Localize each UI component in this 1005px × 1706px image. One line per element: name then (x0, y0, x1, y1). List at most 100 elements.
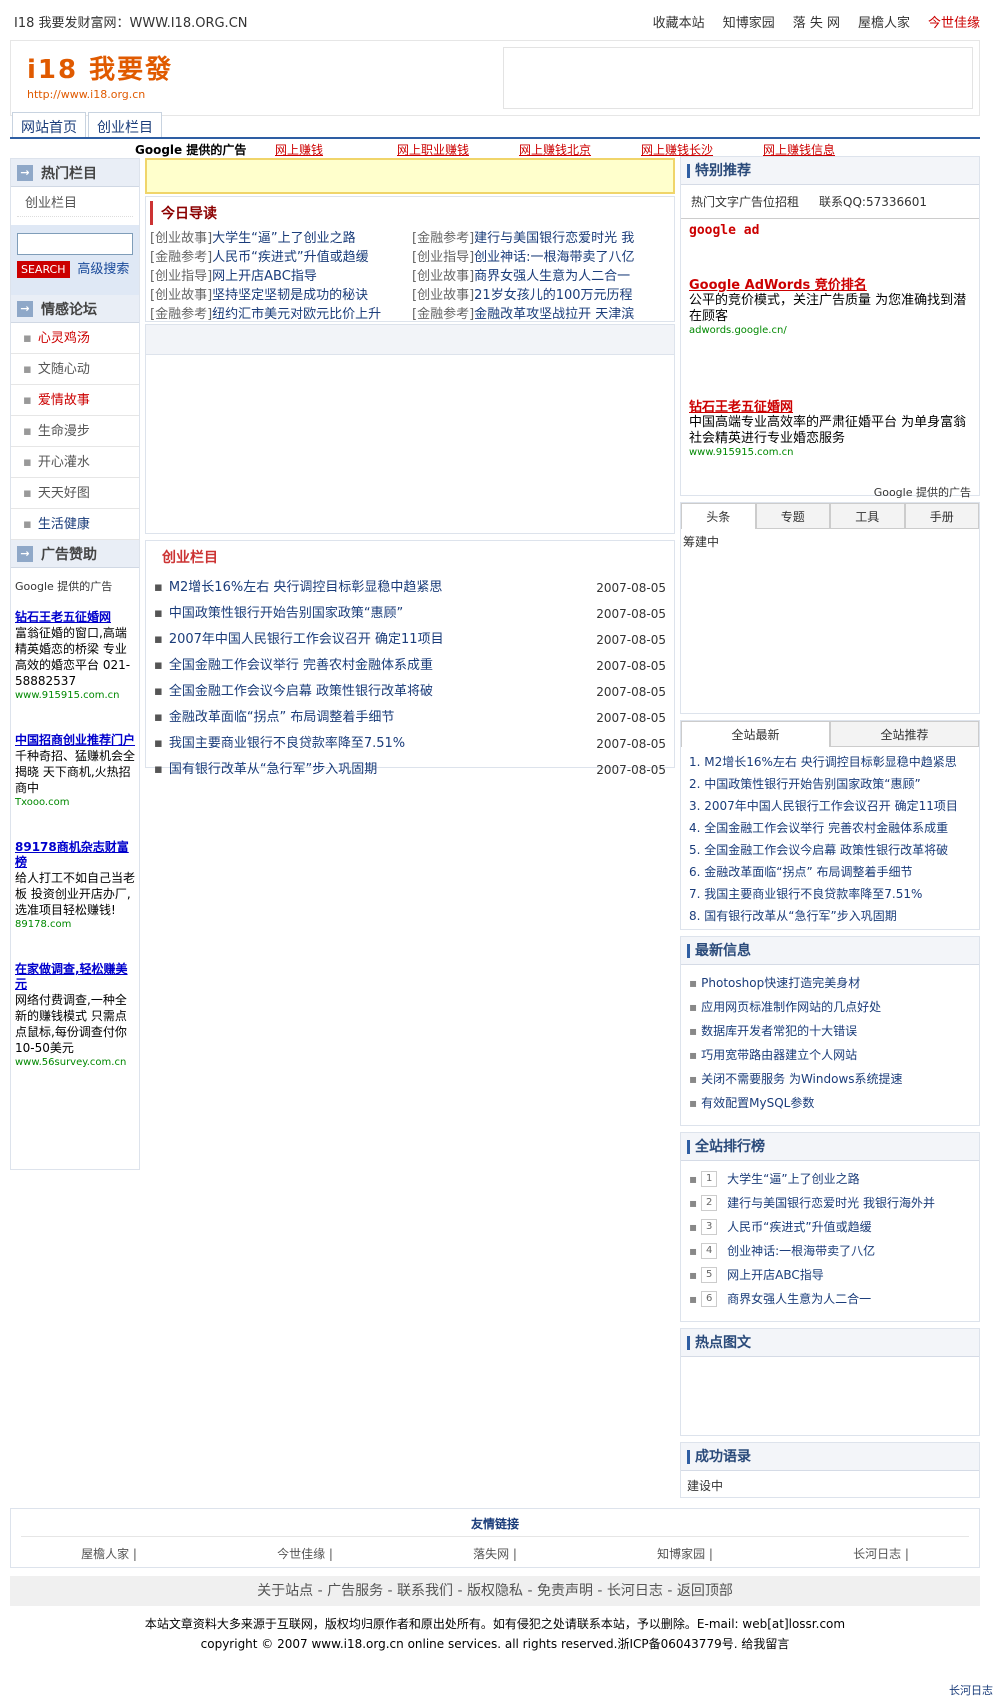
special-left[interactable]: 热门文字广告位招租 (691, 193, 799, 210)
list-item[interactable]: 数据库开发者常犯的十大错误 (689, 1019, 971, 1043)
top-link-wuyan[interactable]: 屋檐人家 (858, 12, 910, 31)
rank-item[interactable]: 4 创业神话:一根海带卖了八亿 (689, 1239, 971, 1263)
left-ad-title[interactable]: 中国招商创业推荐门户 (15, 733, 135, 748)
today-text[interactable]: 网上开店ABC指导 (212, 269, 317, 283)
today-cat[interactable]: [创业故事] (150, 288, 212, 302)
tab-recommend[interactable]: 全站推荐 (830, 721, 979, 747)
friend-link[interactable]: 今世佳缘 | (277, 1545, 333, 1562)
rank-item[interactable]: 2 建行与美国银行恋爱时光 我银行海外并 (689, 1191, 971, 1215)
today-text[interactable]: 大学生“逼”上了创业之路 (212, 231, 355, 245)
today-cat[interactable]: [创业指导] (412, 250, 474, 264)
right-ad-title[interactable]: 钻石王老五征婚网 (689, 396, 971, 415)
ad-link[interactable]: 网上赚钱信息 (763, 141, 885, 157)
list-item-title[interactable]: 我国主要商业银行不良贷款率降至7.51% (154, 731, 405, 757)
top-link-zhibo[interactable]: 知博家园 (723, 12, 775, 31)
ad-link[interactable]: 网上赚钱 (275, 141, 397, 157)
footer-nav[interactable]: 关于站点 - 广告服务 - 联系我们 - 版权隐私 - 免责声明 - 长河日志 … (10, 1576, 980, 1606)
emotion-item[interactable]: 文随心动 (11, 354, 139, 385)
list-item-title[interactable]: 全国金融工作会议今启幕 政策性银行改革将破 (154, 679, 433, 705)
tab-topic[interactable]: 专题 (755, 503, 830, 529)
tab-tools[interactable]: 工具 (830, 503, 905, 529)
tab-manual[interactable]: 手册 (904, 503, 979, 529)
advanced-search-link[interactable]: 高级搜索 (77, 258, 129, 277)
hot-item-startup[interactable]: 创业栏目 (17, 191, 133, 217)
emotion-item[interactable]: 生活健康 (11, 509, 139, 540)
left-ad-url[interactable]: www.915915.com.cn (15, 689, 135, 703)
list-item-title[interactable]: 中国政策性银行开始告别国家政策“惠顾” (154, 601, 403, 627)
list-item[interactable]: 1. M2增长16%左右 央行调控目标彰显稳中趋紧思 (689, 751, 971, 773)
today-item[interactable]: [创业故事]坚持坚定坚韧是成功的秘诀 (150, 284, 412, 302)
today-text[interactable]: 商界女强人生意为人二合一 (474, 269, 630, 283)
today-item[interactable]: [创业故事]21岁女孩儿的100万元历程 (412, 284, 674, 302)
tab-home[interactable]: 网站首页 (12, 112, 86, 138)
friend-link[interactable]: 长河日志 | (853, 1545, 909, 1562)
rank-item[interactable]: 3 人民币“疾进式”升值或趋缓 (689, 1215, 971, 1239)
today-text[interactable]: 创业神话:一根海带卖了八亿 (474, 250, 634, 264)
search-button[interactable]: SEARCH (17, 261, 70, 278)
today-text[interactable]: 21岁女孩儿的100万元历程 (474, 288, 632, 302)
left-ad-url[interactable]: Txooo.com (15, 796, 135, 810)
list-item[interactable]: 2. 中国政策性银行开始告别国家政策“惠顾” (689, 773, 971, 795)
list-item-title[interactable]: 2007年中国人民银行工作会议召开 确定11项目 (154, 627, 444, 653)
ad-link[interactable]: 网上赚钱北京 (519, 141, 641, 157)
rank-text[interactable]: 商界女强人生意为人二合一 (727, 1287, 871, 1311)
today-item[interactable]: [创业故事]大学生“逼”上了创业之路 (150, 227, 412, 245)
left-ad-url[interactable]: www.56survey.com.cn (15, 1056, 135, 1070)
rank-text[interactable]: 网上开店ABC指导 (727, 1263, 824, 1287)
corner-link[interactable]: 长河日志 (949, 1682, 993, 1698)
today-cat[interactable]: [创业指导] (150, 269, 212, 283)
emotion-item[interactable]: 天天好图 (11, 478, 139, 509)
left-ad-title[interactable]: 钻石王老五征婚网 (15, 610, 135, 625)
today-text[interactable]: 坚持坚定坚韧是成功的秘诀 (212, 288, 368, 302)
emotion-item[interactable]: 生命漫步 (11, 416, 139, 447)
rank-item[interactable]: 6 商界女强人生意为人二合一 (689, 1287, 971, 1311)
list-item[interactable]: Photoshop快速打造完美身材 (689, 971, 971, 995)
logo[interactable]: i18 我要發 http://www.i18.org.cn (27, 49, 187, 109)
tab-startup[interactable]: 创业栏目 (88, 112, 162, 138)
list-item[interactable]: 3. 2007年中国人民银行工作会议召开 确定11项目 (689, 795, 971, 817)
list-item[interactable]: 7. 我国主要商业银行不良贷款率降至7.51% (689, 883, 971, 905)
emotion-item[interactable]: 爱情故事 (11, 385, 139, 416)
today-cat[interactable]: [金融参考] (150, 250, 212, 264)
list-item[interactable]: 应用网页标准制作网站的几点好处 (689, 995, 971, 1019)
list-item[interactable]: 巧用宽带路由器建立个人网站 (689, 1043, 971, 1067)
list-item[interactable]: 8. 国有银行改革从“急行军”步入巩固期 (689, 905, 971, 927)
list-item[interactable]: 6. 金融改革面临“拐点” 布局调整着手细节 (689, 861, 971, 883)
list-item-title[interactable]: M2增长16%左右 央行调控目标彰显稳中趋紧思 (154, 575, 443, 601)
top-link-bookmark[interactable]: 收藏本站 (653, 12, 705, 31)
rank-text[interactable]: 人民币“疾进式”升值或趋缓 (727, 1215, 871, 1239)
friend-link[interactable]: 落失网 | (473, 1545, 517, 1562)
today-cat[interactable]: [金融参考] (412, 307, 474, 321)
today-item[interactable]: [金融参考]建行与美国银行恋爱时光 我 (412, 227, 674, 245)
friend-link[interactable]: 知博家园 | (657, 1545, 713, 1562)
right-ad-title[interactable]: Google AdWords 竞价排名 (689, 274, 971, 293)
today-text[interactable]: 纽约汇市美元对欧元比价上升 (212, 307, 381, 321)
rank-item[interactable]: 1 大学生“逼”上了创业之路 (689, 1167, 971, 1191)
today-cat[interactable]: [金融参考] (412, 231, 474, 245)
top-link-luoshi[interactable]: 落 失 网 (793, 12, 840, 31)
friend-link[interactable]: 屋檐人家 | (81, 1545, 137, 1562)
list-item[interactable]: 有效配置MySQL参数 (689, 1091, 971, 1115)
today-item[interactable]: [金融参考]金融改革攻坚战拉开 天津滨 (412, 303, 674, 321)
today-item[interactable]: [创业指导]创业神话:一根海带卖了八亿 (412, 246, 674, 264)
top-link-jiayuan[interactable]: 今世佳缘 (928, 12, 980, 31)
ad-link[interactable]: 网上职业赚钱 (397, 141, 519, 157)
tab-headline[interactable]: 头条 (681, 503, 756, 529)
today-item[interactable]: [创业故事]商界女强人生意为人二合一 (412, 265, 674, 283)
ad-link[interactable]: 网上赚钱长沙 (641, 141, 763, 157)
today-item[interactable]: [创业指导]网上开店ABC指导 (150, 265, 412, 283)
list-item[interactable]: 4. 全国金融工作会议举行 完善农村金融体系成重 (689, 817, 971, 839)
today-cat[interactable]: [创业故事] (412, 288, 474, 302)
rank-text[interactable]: 创业神话:一根海带卖了八亿 (727, 1239, 875, 1263)
right-ad-url[interactable]: adwords.google.cn/ (689, 325, 971, 336)
list-item-title[interactable]: 全国金融工作会议举行 完善农村金融体系成重 (154, 653, 433, 679)
today-item[interactable]: [金融参考]人民币“疾进式”升值或趋缓 (150, 246, 412, 264)
today-text[interactable]: 人民币“疾进式”升值或趋缓 (212, 250, 368, 264)
list-item-title[interactable]: 国有银行改革从“急行军”步入巩固期 (154, 757, 377, 783)
emotion-item[interactable]: 开心灌水 (11, 447, 139, 478)
search-input[interactable] (17, 233, 133, 255)
right-ad-url[interactable]: www.915915.com.cn (689, 447, 971, 458)
today-text[interactable]: 金融改革攻坚战拉开 天津滨 (474, 307, 634, 321)
list-item-title[interactable]: 金融改革面临“拐点” 布局调整着手细节 (154, 705, 395, 731)
rank-text[interactable]: 大学生“逼”上了创业之路 (727, 1167, 859, 1191)
